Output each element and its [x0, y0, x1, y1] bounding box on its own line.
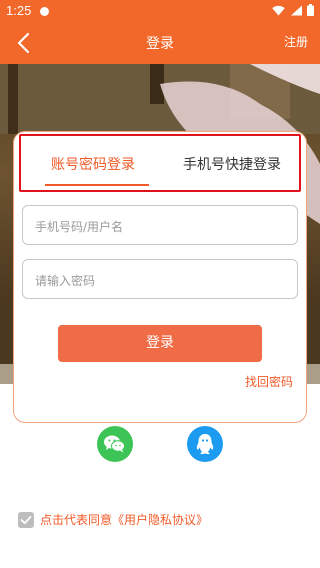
wechat-login-button[interactable]	[97, 426, 133, 462]
signal-icon	[291, 5, 302, 15]
tab-account-login[interactable]: 账号密码登录	[51, 154, 135, 174]
qq-icon	[196, 434, 214, 455]
notification-dot-icon	[40, 7, 49, 16]
page-title: 登录	[146, 36, 174, 52]
qq-login-button[interactable]	[187, 426, 223, 462]
forgot-password-link[interactable]: 找回密码	[245, 373, 293, 390]
tab-phone-login[interactable]: 手机号快捷登录	[183, 154, 281, 174]
checkmark-icon	[20, 515, 32, 524]
password-placeholder: 请输入密码	[35, 274, 96, 288]
privacy-agreement: 点击代表同意《用户隐私协议》	[18, 511, 208, 528]
login-tabs: 账号密码登录 手机号快捷登录	[19, 134, 301, 192]
login-card: 账号密码登录 手机号快捷登录 手机号码/用户名 请输入密码 登录 找回密码	[13, 131, 307, 423]
register-link[interactable]: 注册	[284, 33, 308, 50]
status-bar: 1:25	[0, 0, 320, 22]
wifi-icon	[272, 5, 285, 15]
app-bar: 登录 注册	[0, 22, 320, 64]
status-time: 1:25	[6, 3, 32, 18]
login-button[interactable]: 登录	[58, 325, 262, 362]
wechat-icon	[104, 435, 125, 453]
active-tab-indicator	[45, 184, 149, 186]
password-input[interactable]: 请输入密码	[22, 259, 298, 299]
agreement-text[interactable]: 点击代表同意《用户隐私协议》	[40, 511, 208, 528]
agreement-checkbox[interactable]	[18, 511, 34, 528]
username-input[interactable]: 手机号码/用户名	[22, 205, 298, 245]
status-icons	[272, 4, 314, 16]
battery-icon	[307, 4, 314, 16]
username-placeholder: 手机号码/用户名	[35, 220, 124, 234]
